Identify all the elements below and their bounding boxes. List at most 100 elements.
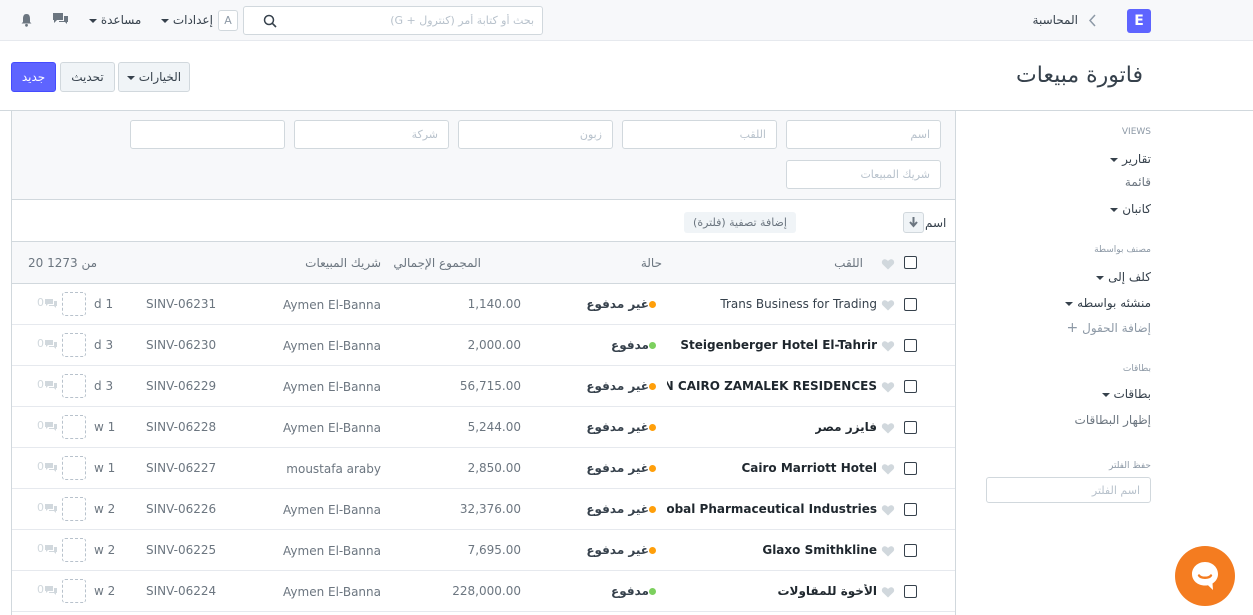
row-doc-id[interactable]: SINV-06231 (146, 297, 216, 311)
chat-icon[interactable] (52, 12, 69, 26)
title-filter-input[interactable] (622, 120, 777, 149)
comment-count[interactable]: 0 (37, 419, 58, 432)
app-logo[interactable]: E (1127, 9, 1151, 33)
comment-count[interactable]: 0 (37, 460, 58, 473)
assignee-avatar-placeholder[interactable] (62, 579, 86, 603)
heart-icon[interactable] (881, 380, 895, 394)
heart-icon[interactable] (881, 544, 895, 558)
row-doc-id[interactable]: SINV-06228 (146, 420, 216, 434)
row-checkbox[interactable] (904, 585, 917, 598)
assignee-avatar-placeholder[interactable] (62, 292, 86, 316)
row-doc-id[interactable]: SINV-06226 (146, 502, 216, 516)
sales-partner-filter-input[interactable] (130, 120, 285, 149)
breadcrumb[interactable]: المحاسبة (1020, 13, 1078, 27)
row-doc-id[interactable]: SINV-06230 (146, 338, 216, 352)
standard-filters (12, 111, 955, 200)
row-title[interactable]: فايزر مصر (815, 420, 877, 434)
assignee-avatar-placeholder[interactable] (62, 415, 86, 439)
customer-filter-input[interactable] (458, 120, 613, 149)
row-checkbox[interactable] (904, 462, 917, 475)
row-checkbox[interactable] (904, 544, 917, 557)
row-checkbox[interactable] (904, 339, 917, 352)
list-row[interactable]: Glaxo Smithkline غير مدفوع 7,695.00 Aymen E… (12, 530, 955, 571)
add-fields-link[interactable]: + إضافة الحقول (1040, 320, 1151, 336)
row-title[interactable]: Trans Business for Trading (720, 297, 877, 311)
row-doc-id[interactable]: SINV-06225 (146, 543, 216, 557)
row-checkbox[interactable] (904, 298, 917, 311)
assignee-avatar-placeholder[interactable] (62, 333, 86, 357)
row-title[interactable]: Glaxo Smithkline (762, 543, 877, 557)
assignee-avatar-placeholder[interactable] (62, 456, 86, 480)
live-chat-button[interactable] (1175, 546, 1235, 606)
heart-icon[interactable] (881, 585, 895, 599)
sidebar-item-cards[interactable]: بطاقات (1070, 387, 1151, 401)
list-row[interactable]: Trans Business for Trading غير مدفوع 1,140… (12, 284, 955, 325)
row-checkbox[interactable] (904, 503, 917, 516)
sales-partner-filter-input[interactable] (786, 160, 941, 189)
row-title[interactable]: Global Pharmaceutical Industries (667, 502, 877, 516)
help-menu[interactable]: مساعدة (89, 13, 141, 27)
list-row[interactable]: Steigenberger Hotel El-Tahrir مدفوع 2,000.… (12, 325, 955, 366)
comment-count[interactable]: 0 (37, 501, 58, 514)
settings-label: إعدادات (172, 13, 213, 27)
heart-icon[interactable] (881, 462, 895, 476)
settings-menu[interactable]: إعدادات (161, 13, 213, 27)
assignee-avatar-placeholder[interactable] (62, 497, 86, 521)
sidebar-item-report[interactable]: تقارير (1070, 152, 1151, 166)
refresh-button[interactable]: تحديث (60, 62, 115, 92)
row-checkbox[interactable] (904, 421, 917, 434)
list-row[interactable]: الأخوة للمقاولات مدفوع 228,000.00 Aymen El-… (12, 571, 955, 612)
show-cards-link[interactable]: إظهار البطاقات (1040, 413, 1151, 427)
comment-count[interactable]: 0 (37, 583, 58, 596)
row-title[interactable]: ILTON CAIRO ZAMALEK RESIDENCES (667, 379, 877, 393)
name-filter-input[interactable] (786, 120, 941, 149)
list-row[interactable]: فايزر مصر غير مدفوع 5,244.00 Aymen El-Banna… (12, 407, 955, 448)
assignee-avatar-placeholder[interactable] (62, 538, 86, 562)
sidebar-item-assigned-to[interactable]: كلف إلى (1060, 270, 1151, 284)
heart-icon[interactable] (881, 339, 895, 353)
options-menu-button[interactable]: الخيارات (118, 62, 190, 92)
caret-down-icon (89, 18, 97, 23)
new-button[interactable]: جديد (11, 62, 56, 92)
comment-count[interactable]: 0 (37, 337, 58, 350)
page-head: فاتورة مبيعات جديد تحديث الخيارات (0, 41, 1253, 111)
heart-icon[interactable] (881, 257, 895, 271)
user-avatar[interactable]: A (218, 10, 238, 31)
row-title[interactable]: Cairo Marriott Hotel (741, 461, 877, 475)
comment-count-value: 0 (37, 419, 44, 432)
list-row[interactable]: Cairo Marriott Hotel غير مدفوع 2,850.00 mou… (12, 448, 955, 489)
status-indicator-dot (649, 465, 656, 472)
sidebar-item-kanban[interactable]: كانبان (1070, 202, 1151, 216)
status-label: غير مدفوع (586, 297, 649, 311)
awesome-bar[interactable] (243, 6, 543, 35)
row-title[interactable]: Steigenberger Hotel El-Tahrir (680, 338, 877, 352)
sidebar-item-list[interactable]: قائمة (1070, 175, 1151, 189)
comment-count[interactable]: 0 (37, 296, 58, 309)
list-row[interactable]: ILTON CAIRO ZAMALEK RESIDENCES غير مدفوع 5… (12, 366, 955, 407)
add-filter-button[interactable]: إضافة تصفية (فلترة) (684, 212, 796, 233)
row-title[interactable]: الأخوة للمقاولات (777, 584, 877, 598)
row-doc-id[interactable]: SINV-06229 (146, 379, 216, 393)
row-checkbox[interactable] (904, 380, 917, 393)
row-doc-id[interactable]: SINV-06224 (146, 584, 216, 598)
heart-icon[interactable] (881, 503, 895, 517)
company-filter-input[interactable] (294, 120, 449, 149)
comment-count[interactable]: 0 (37, 378, 58, 391)
comment-count-value: 0 (37, 542, 44, 555)
help-label: مساعدة (100, 13, 142, 27)
comment-icon (45, 462, 57, 472)
notification-bell-icon[interactable] (20, 13, 33, 27)
filter-name-input[interactable] (986, 477, 1151, 503)
comment-count[interactable]: 0 (37, 542, 58, 555)
top-navbar: E المحاسبة A إعدادات مساعدة (0, 0, 1253, 41)
heart-icon[interactable] (881, 298, 895, 312)
select-all-checkbox[interactable] (904, 256, 917, 269)
assignee-avatar-placeholder[interactable] (62, 374, 86, 398)
search-input[interactable] (278, 7, 534, 34)
list-row[interactable]: Global Pharmaceutical Industries غير مدفو… (12, 489, 955, 530)
sort-order-button[interactable] (903, 212, 924, 233)
row-sales-partner: Aymen El-Banna (283, 503, 381, 517)
row-doc-id[interactable]: SINV-06227 (146, 461, 216, 475)
sidebar-item-created-by[interactable]: منشئه بواسطه (1040, 296, 1151, 310)
heart-icon[interactable] (881, 421, 895, 435)
